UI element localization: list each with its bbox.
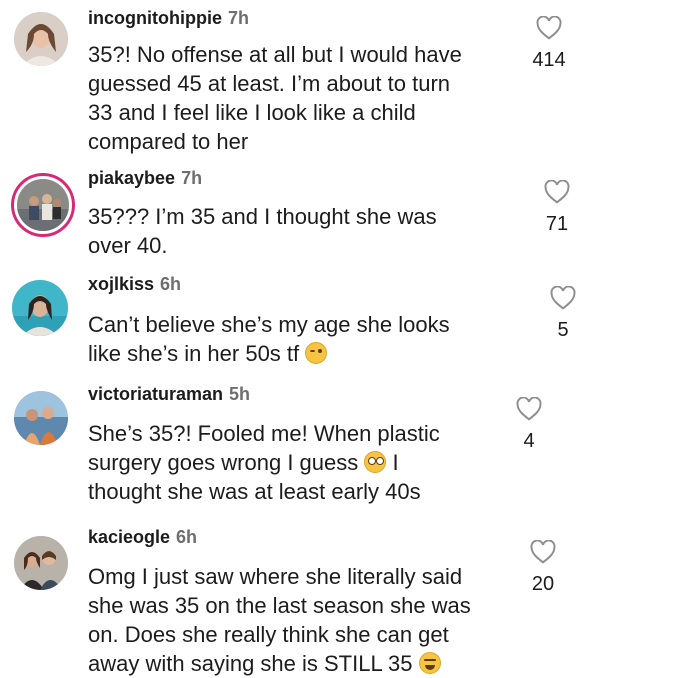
comment-time: 7h <box>181 168 203 188</box>
comment-line: 33 and I feel like I look like a child <box>88 100 416 125</box>
username[interactable]: victoriaturaman <box>88 384 223 404</box>
like-count: 414 <box>532 49 566 71</box>
avatar[interactable] <box>14 536 68 590</box>
heart-icon[interactable] <box>536 16 562 40</box>
comment-line-text: I <box>392 450 399 475</box>
avatar[interactable] <box>14 176 72 234</box>
comment-header: incognitohippie 7h <box>88 7 249 29</box>
heart-icon[interactable] <box>516 397 542 421</box>
like-control: 414 <box>522 16 576 72</box>
avatar[interactable] <box>14 391 68 445</box>
comment-line: like she’s in her 50s tf <box>88 339 528 368</box>
comment-time: 7h <box>227 8 249 28</box>
like-count: 5 <box>557 319 569 341</box>
comment-line: she was 35 on the last season she was <box>88 593 471 618</box>
heart-icon[interactable] <box>530 540 556 564</box>
comment-line: on. Does she really think she can get <box>88 622 449 647</box>
comment-text: Omg I just saw where she literally said … <box>88 562 528 678</box>
comment-header: victoriaturaman 5h <box>88 383 250 405</box>
username[interactable]: xojlkiss <box>88 274 154 294</box>
comment-line-text: away with saying she is STILL 35 <box>88 651 413 676</box>
comment-line: Can’t believe she’s my age she looks <box>88 312 450 337</box>
comment-text: Can’t believe she’s my age she looks lik… <box>88 310 528 368</box>
avatar[interactable] <box>12 280 68 336</box>
avatar-photo-icon <box>14 391 68 445</box>
comment-line: thought she was at least early 40s <box>88 479 421 504</box>
comment-line: over 40. <box>88 233 168 258</box>
comment-time: 5h <box>229 384 251 404</box>
comment-time: 6h <box>176 527 198 547</box>
comment-time: 6h <box>160 274 182 294</box>
winking-face-icon <box>305 342 328 364</box>
avatar[interactable] <box>14 12 68 66</box>
comment-line: Omg I just saw where she literally said <box>88 564 463 589</box>
avatar-photo-icon <box>14 536 68 590</box>
grinning-squinting-face-icon <box>418 652 441 674</box>
like-control: 20 <box>516 540 570 596</box>
username[interactable]: incognitohippie <box>88 8 222 28</box>
like-control: 71 <box>530 180 584 236</box>
like-control: 5 <box>536 286 590 342</box>
comment-line: guessed 45 at least. I’m about to turn <box>88 71 451 96</box>
comment-text: She’s 35?! Fooled me! When plastic surge… <box>88 419 528 506</box>
username[interactable]: piakaybee <box>88 168 175 188</box>
avatar-photo-icon <box>17 179 69 231</box>
comment-text: 35??? I’m 35 and I thought she was over … <box>88 202 528 260</box>
comment-line: surgery goes wrong I guess I <box>88 448 528 477</box>
comment-line-text: surgery goes wrong I guess <box>88 450 359 475</box>
flushed-face-icon <box>364 451 387 473</box>
comment-header: xojlkiss 6h <box>88 273 181 295</box>
comment-line: away with saying she is STILL 35 <box>88 649 528 678</box>
comment-line-text: like she’s in her 50s tf <box>88 341 300 366</box>
heart-icon[interactable] <box>544 180 570 204</box>
comment-header: piakaybee 7h <box>88 167 202 189</box>
comment-line: 35??? I’m 35 and I thought she was <box>88 204 437 229</box>
comment-text: 35?! No offense at all but I would have … <box>88 40 528 156</box>
username[interactable]: kacieogle <box>88 527 170 547</box>
comment-header: kacieogle 6h <box>88 526 197 548</box>
comment-line: She’s 35?! Fooled me! When plastic <box>88 421 440 446</box>
like-count: 71 <box>545 213 569 235</box>
avatar-photo-icon <box>14 12 68 66</box>
like-count: 4 <box>523 430 535 452</box>
comment-line: compared to her <box>88 129 249 154</box>
avatar-photo-icon <box>12 280 68 336</box>
like-count: 20 <box>531 573 555 595</box>
like-control: 4 <box>502 397 556 453</box>
comment-line: 35?! No offense at all but I would have <box>88 42 462 67</box>
heart-icon[interactable] <box>550 286 576 310</box>
